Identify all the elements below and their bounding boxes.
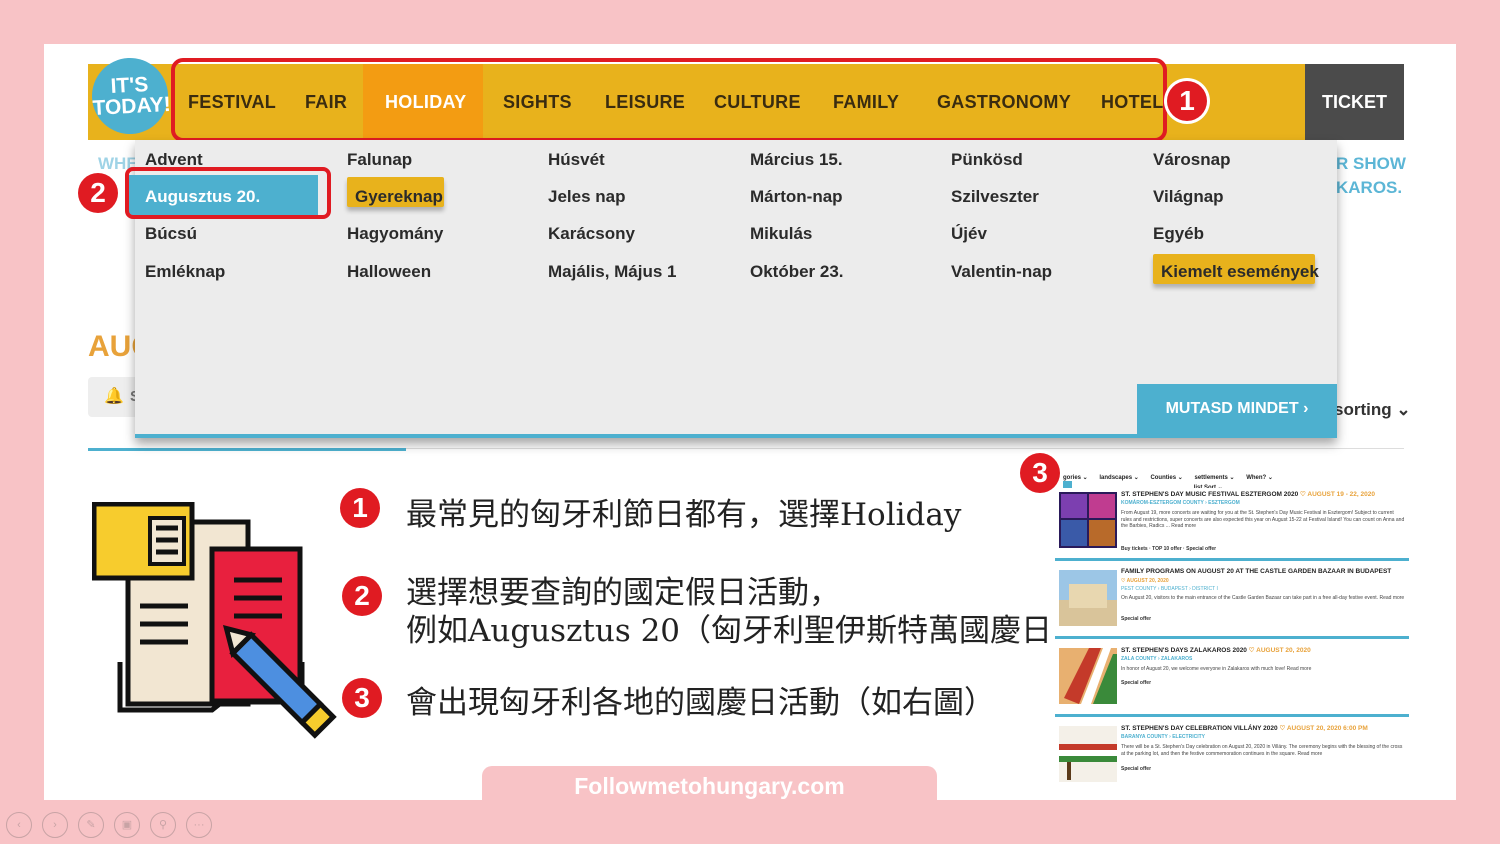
- note-3: 會出現匈牙利各地的國慶日活動（如右圖）: [406, 685, 995, 721]
- menu-item-falunap[interactable]: Falunap: [347, 150, 412, 170]
- filter-landscapes[interactable]: landscapes ⌄: [1099, 475, 1138, 481]
- result-location: BARANYA COUNTY › ELECTRICITY: [1121, 734, 1205, 740]
- menu-item-majalis[interactable]: Majális, Május 1: [548, 262, 677, 282]
- result-title: FAMILY PROGRAMS ON AUGUST 20 AT THE CAST…: [1121, 568, 1392, 575]
- result-card[interactable]: ST. STEPHEN'S DAYS ZALAKAROS 2020 ♡ AUGU…: [1055, 644, 1409, 717]
- chevron-down-icon: ⌄: [1396, 400, 1411, 419]
- note-badge-3: 3: [342, 678, 382, 718]
- note-badge-2: 2: [342, 576, 382, 616]
- bell-icon: 🔔: [104, 388, 124, 405]
- menu-item-halloween[interactable]: Halloween: [347, 262, 431, 282]
- divider: [406, 448, 1404, 449]
- menu-item-mikulas[interactable]: Mikulás: [750, 224, 812, 244]
- sorting-label: sorting: [1334, 400, 1392, 419]
- note-2-line2: 例如Augusztus 20（匈牙利聖伊斯特萬國慶日: [406, 613, 1052, 649]
- result-location: ZALA COUNTY › ZALAKAROS: [1121, 656, 1193, 662]
- slides-grid-icon[interactable]: ▣: [114, 812, 140, 838]
- step-badge-2: 2: [78, 173, 118, 213]
- result-card[interactable]: ST. STEPHEN'S DAY CELEBRATION VILLÁNY 20…: [1055, 722, 1409, 790]
- menu-item-marton-nap[interactable]: Márton-nap: [750, 187, 843, 207]
- result-description: From August 19, more concerts are waitin…: [1121, 510, 1405, 529]
- ticket-button[interactable]: TICKET: [1305, 64, 1404, 140]
- result-thumbnail: [1059, 570, 1117, 626]
- footer-url-text: Followmetohungary.com: [574, 773, 845, 799]
- result-card[interactable]: FAMILY PROGRAMS ON AUGUST 20 AT THE CAST…: [1055, 566, 1409, 639]
- result-title: ST. STEPHEN'S DAY MUSIC FESTIVAL ESZTERG…: [1121, 491, 1375, 498]
- result-description: On August 20, visitors to the main entra…: [1121, 595, 1405, 601]
- nav-highlight-box: [171, 58, 1167, 142]
- show-all-label: MUTASD MINDET: [1165, 400, 1299, 417]
- pen-icon[interactable]: ✎: [78, 812, 104, 838]
- result-description: There will be a St. Stephen's Day celebr…: [1121, 744, 1403, 757]
- step-badge-1: 1: [1167, 81, 1207, 121]
- menu-item-marcius-15[interactable]: Március 15.: [750, 150, 843, 170]
- result-thumbnail: [1059, 648, 1117, 704]
- result-date: ♡ AUGUST 20, 2020: [1121, 578, 1169, 584]
- next-slide-icon[interactable]: ›: [42, 812, 68, 838]
- menu-item-vilagnap[interactable]: Világnap: [1153, 187, 1224, 207]
- result-location: KOMÁROM-ESZTERGOM COUNTY › ESZTERGOM: [1121, 500, 1240, 506]
- filter-settlements[interactable]: settlements ⌄: [1194, 475, 1234, 481]
- result-title: ST. STEPHEN'S DAYS ZALAKAROS 2020 ♡ AUGU…: [1121, 647, 1311, 654]
- selected-highlight-box: [125, 167, 331, 219]
- menu-item-karacsony[interactable]: Karácsony: [548, 224, 635, 244]
- menu-item-hagyomany[interactable]: Hagyomány: [347, 224, 443, 244]
- chevron-right-icon: ›: [1303, 400, 1309, 417]
- result-thumbnail: [1059, 726, 1117, 782]
- menu-item-szilveszter[interactable]: Szilveszter: [951, 187, 1039, 207]
- menu-item-gyereknap[interactable]: Gyereknap: [355, 187, 443, 207]
- result-card[interactable]: ST. STEPHEN'S DAY MUSIC FESTIVAL ESZTERG…: [1055, 488, 1409, 561]
- result-location: PEST COUNTY › BUDAPEST › DISTRICT I: [1121, 586, 1218, 592]
- results-screenshot: gories ⌄ landscapes ⌄ Counties ⌄ settlem…: [1055, 472, 1409, 790]
- results-filter-bar: gories ⌄ landscapes ⌄ Counties ⌄ settlem…: [1063, 474, 1409, 491]
- logo-line2: TODAY!: [91, 92, 172, 120]
- tab-underline: [88, 448, 406, 451]
- result-description: In honor of August 20, we welcome everyo…: [1121, 666, 1312, 672]
- result-tags: Special offer: [1121, 766, 1152, 772]
- result-tags: Special offer: [1121, 680, 1152, 686]
- menu-item-kiemelt[interactable]: Kiemelt események: [1161, 262, 1319, 282]
- sorting-dropdown[interactable]: sorting ⌄: [1334, 400, 1411, 420]
- more-options-icon[interactable]: ···: [186, 812, 212, 838]
- filter-counties[interactable]: Counties ⌄: [1150, 475, 1182, 481]
- menu-item-egyeb[interactable]: Egyéb: [1153, 224, 1204, 244]
- menu-item-jeles-nap[interactable]: Jeles nap: [548, 187, 626, 207]
- book-pencil-illustration: [92, 502, 337, 739]
- menu-item-punkosd[interactable]: Pünkösd: [951, 150, 1023, 170]
- menu-item-husvet[interactable]: Húsvét: [548, 150, 605, 170]
- bg-text-karos: KAROS.: [1336, 178, 1403, 197]
- menu-item-ujev[interactable]: Újév: [951, 224, 987, 244]
- result-tags: Buy tickets · TOP 10 offer · Special off…: [1121, 546, 1217, 552]
- step-badge-3: 3: [1020, 453, 1060, 493]
- bg-text-show: R SHOW: [1336, 154, 1406, 173]
- dropdown-bottom-border: [135, 434, 1337, 438]
- footer-website: Followmetohungary.com: [482, 766, 937, 806]
- menu-item-bucsu[interactable]: Búcsú: [145, 224, 197, 244]
- menu-item-emleknap[interactable]: Emléknap: [145, 262, 225, 282]
- note-2-line1: 選擇想要查詢的國定假日活動，: [406, 575, 840, 611]
- menu-item-valentin-nap[interactable]: Valentin-nap: [951, 262, 1052, 282]
- result-tags: Special offer: [1121, 616, 1152, 622]
- prev-slide-icon[interactable]: ‹: [6, 812, 32, 838]
- zoom-icon[interactable]: ⚲: [150, 812, 176, 838]
- note-1: 最常見的匈牙利節日都有，選擇Holiday: [406, 497, 962, 533]
- filter-when[interactable]: When? ⌄: [1246, 475, 1273, 481]
- note-badge-1: 1: [340, 488, 380, 528]
- menu-item-oktober-23[interactable]: Október 23.: [750, 262, 844, 282]
- menu-item-varosnap[interactable]: Városnap: [1153, 150, 1230, 170]
- slide: IT'S TODAY! FESTIVAL FAIR HOLIDAY SIGHTS…: [44, 44, 1456, 800]
- show-all-button[interactable]: MUTASD MINDET ›: [1137, 384, 1337, 434]
- result-thumbnail: [1059, 492, 1117, 548]
- result-title: ST. STEPHEN'S DAY CELEBRATION VILLÁNY 20…: [1121, 725, 1368, 732]
